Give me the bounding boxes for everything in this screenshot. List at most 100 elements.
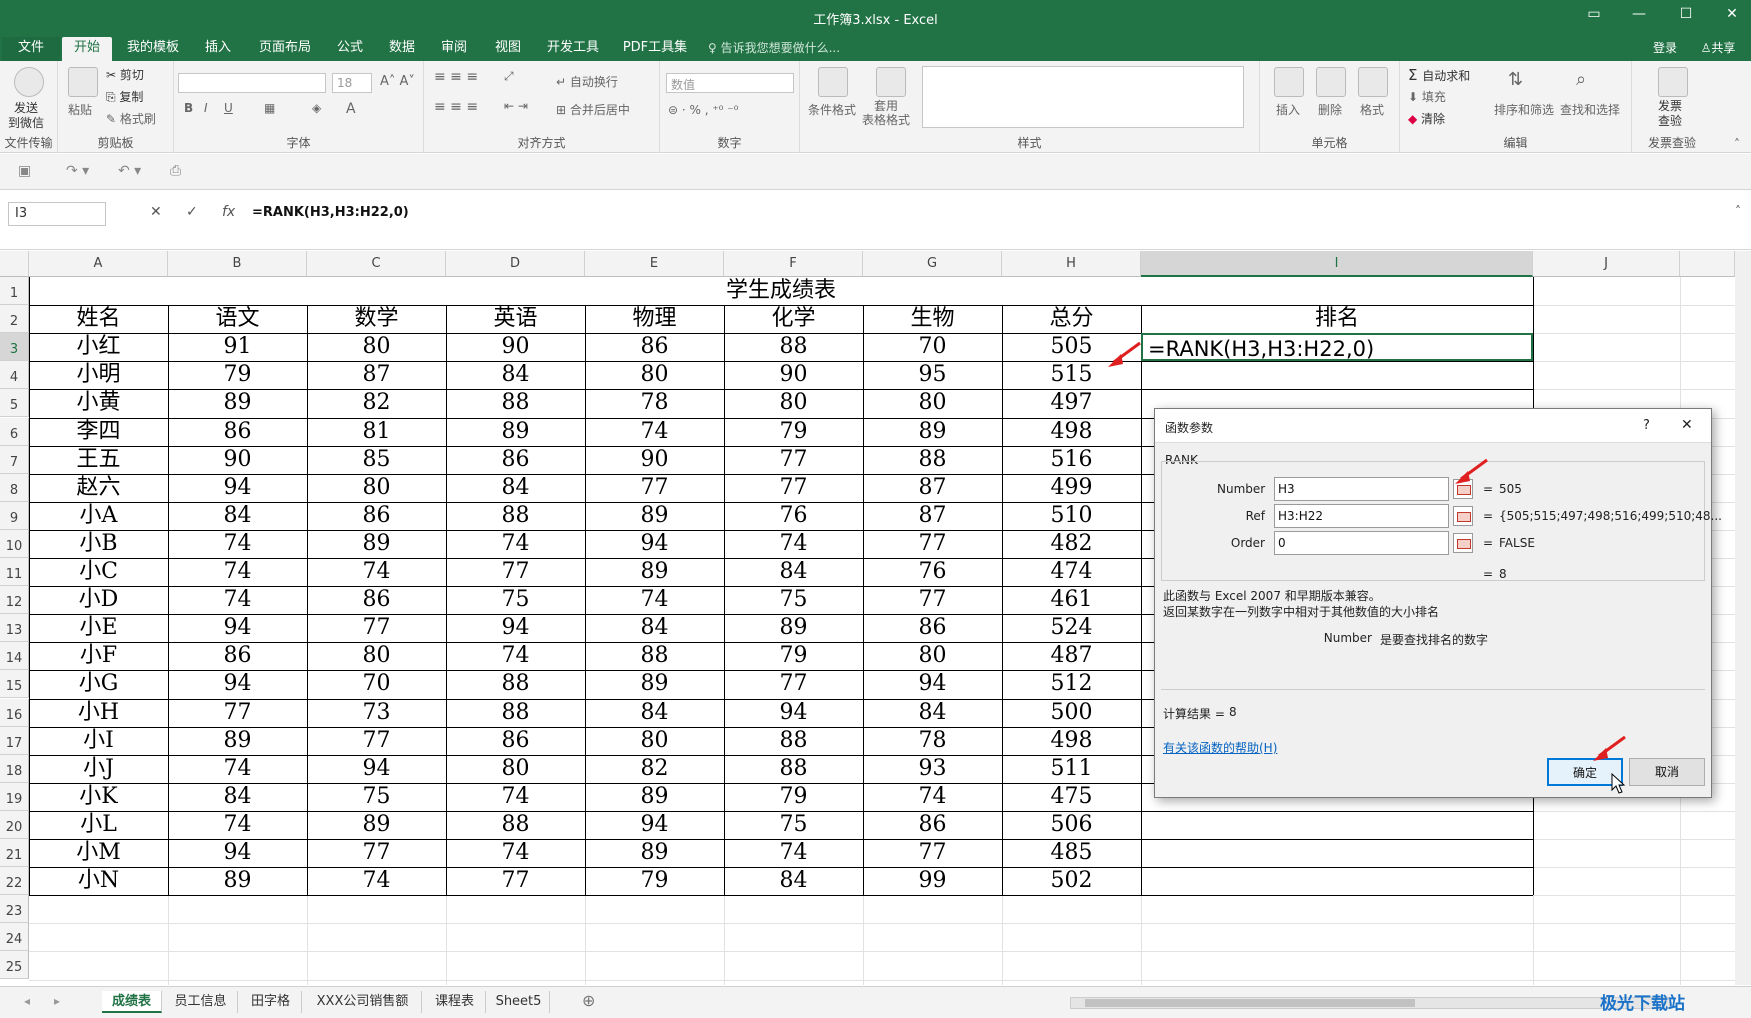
- copy-button[interactable]: ⎘ 复制: [106, 88, 143, 105]
- table-cell[interactable]: 88: [446, 811, 585, 839]
- table-cell[interactable]: 500: [1002, 699, 1141, 727]
- table-cell[interactable]: 74: [446, 839, 585, 867]
- table-cell[interactable]: 74: [168, 811, 307, 839]
- font-size-select[interactable]: 18: [332, 73, 372, 93]
- table-cell[interactable]: 84: [585, 699, 724, 727]
- table-cell[interactable]: 小I: [29, 727, 168, 755]
- table-cell[interactable]: 小K: [29, 783, 168, 811]
- sheet-tab[interactable]: 员工信息: [164, 991, 238, 1013]
- ribbon-display-icon[interactable]: ▭: [1580, 6, 1608, 22]
- table-cell[interactable]: 88: [446, 699, 585, 727]
- maximize-button[interactable]: ☐: [1672, 6, 1700, 22]
- table-cell[interactable]: 77: [307, 727, 446, 755]
- font-color-icon[interactable]: A: [346, 101, 356, 117]
- row-header[interactable]: 12: [0, 586, 29, 615]
- tab-page-layout[interactable]: 页面布局: [252, 37, 318, 61]
- table-cell[interactable]: 86: [863, 614, 1002, 642]
- table-cell[interactable]: 506: [1002, 811, 1141, 839]
- row-header[interactable]: 10: [0, 529, 29, 558]
- table-cell[interactable]: 81: [307, 418, 446, 446]
- paste-button[interactable]: 粘贴: [68, 101, 92, 118]
- column-header[interactable]: A: [29, 251, 168, 277]
- table-cell[interactable]: 90: [168, 446, 307, 474]
- row-header[interactable]: 20: [0, 810, 29, 839]
- table-cell[interactable]: 75: [724, 811, 863, 839]
- send-wechat-button[interactable]: 发送 到微信: [8, 101, 44, 131]
- table-cell[interactable]: 94: [585, 530, 724, 558]
- tell-me-search[interactable]: ♀ 告诉我您想要做什么...: [708, 37, 858, 61]
- table-cell[interactable]: 84: [724, 558, 863, 586]
- orientation-icon[interactable]: ⤢: [504, 69, 514, 84]
- table-cell[interactable]: 89: [168, 727, 307, 755]
- row-header[interactable]: 14: [0, 642, 29, 671]
- collapse-range-icon[interactable]: [1453, 506, 1473, 526]
- table-cell[interactable]: 74: [724, 839, 863, 867]
- table-cell[interactable]: 78: [863, 727, 1002, 755]
- row-header[interactable]: 9: [0, 501, 29, 530]
- expand-formula-icon[interactable]: ˄: [1735, 204, 1741, 218]
- table-cell[interactable]: 94: [168, 474, 307, 502]
- table-cell[interactable]: 90: [446, 333, 585, 361]
- italic-button[interactable]: I: [204, 101, 208, 115]
- table-cell[interactable]: 86: [446, 727, 585, 755]
- table-cell[interactable]: 475: [1002, 783, 1141, 811]
- row-header[interactable]: 8: [0, 473, 29, 502]
- table-cell[interactable]: 77: [724, 446, 863, 474]
- help-icon[interactable]: ?: [1643, 418, 1650, 433]
- table-cell[interactable]: 90: [585, 446, 724, 474]
- table-cell[interactable]: 80: [585, 727, 724, 755]
- table-cell[interactable]: 88: [446, 502, 585, 530]
- table-cell[interactable]: 86: [168, 418, 307, 446]
- row-header[interactable]: 16: [0, 698, 29, 727]
- name-box[interactable]: I3: [8, 202, 106, 226]
- select-all-corner[interactable]: [0, 251, 29, 277]
- add-sheet-icon[interactable]: ⊕: [582, 991, 595, 1010]
- table-cell[interactable]: 77: [307, 614, 446, 642]
- tab-my-templates[interactable]: 我的模板: [120, 37, 186, 61]
- tab-formulas[interactable]: 公式: [328, 37, 372, 61]
- formula-input[interactable]: =RANK(H3,H3:H22,0): [252, 205, 409, 220]
- table-cell[interactable]: 小C: [29, 558, 168, 586]
- login-link[interactable]: 登录: [1645, 37, 1685, 61]
- column-header[interactable]: G: [863, 251, 1002, 277]
- table-cell[interactable]: 89: [585, 670, 724, 698]
- row-header[interactable]: 1: [0, 277, 29, 306]
- table-cell[interactable]: 79: [724, 418, 863, 446]
- scroll-right-icon[interactable]: ▸: [54, 994, 60, 1008]
- table-cell[interactable]: 94: [307, 755, 446, 783]
- table-cell[interactable]: 80: [585, 361, 724, 389]
- sheet-tab[interactable]: 课程表: [424, 991, 486, 1013]
- table-cell[interactable]: 88: [446, 670, 585, 698]
- order-input[interactable]: 0: [1274, 531, 1449, 555]
- table-cell[interactable]: 93: [863, 755, 1002, 783]
- table-cell[interactable]: 89: [724, 614, 863, 642]
- vertical-scrollbar[interactable]: [1735, 251, 1751, 985]
- table-cell[interactable]: 小黄: [29, 389, 168, 417]
- sheet-tab[interactable]: 田字格: [240, 991, 302, 1013]
- table-cell[interactable]: 84: [446, 474, 585, 502]
- insert-cells-button[interactable]: 插入: [1276, 101, 1300, 118]
- save-icon[interactable]: ▣: [18, 163, 31, 179]
- column-header[interactable]: C: [307, 251, 446, 277]
- table-cell[interactable]: 84: [446, 361, 585, 389]
- fill-color-icon[interactable]: ◈: [312, 101, 321, 115]
- table-cell[interactable]: 80: [863, 389, 1002, 417]
- table-cell[interactable]: 74: [168, 755, 307, 783]
- clear-button[interactable]: ◆ 清除: [1408, 110, 1445, 127]
- table-cell[interactable]: 88: [724, 727, 863, 755]
- table-cell[interactable]: 498: [1002, 727, 1141, 755]
- table-cell[interactable]: 75: [724, 586, 863, 614]
- table-cell[interactable]: 79: [585, 867, 724, 895]
- table-cell[interactable]: 74: [307, 558, 446, 586]
- row-header[interactable]: 11: [0, 558, 29, 587]
- table-cell[interactable]: 94: [724, 699, 863, 727]
- table-cell[interactable]: 84: [863, 699, 1002, 727]
- table-cell[interactable]: 497: [1002, 389, 1141, 417]
- table-cell[interactable]: 77: [863, 586, 1002, 614]
- sheet-tab[interactable]: XXX公司销售额: [304, 991, 422, 1013]
- table-cell[interactable]: 74: [724, 530, 863, 558]
- table-cell[interactable]: 82: [585, 755, 724, 783]
- table-cell[interactable]: 80: [446, 755, 585, 783]
- table-cell[interactable]: 461: [1002, 586, 1141, 614]
- scrollbar-thumb[interactable]: [1085, 999, 1415, 1007]
